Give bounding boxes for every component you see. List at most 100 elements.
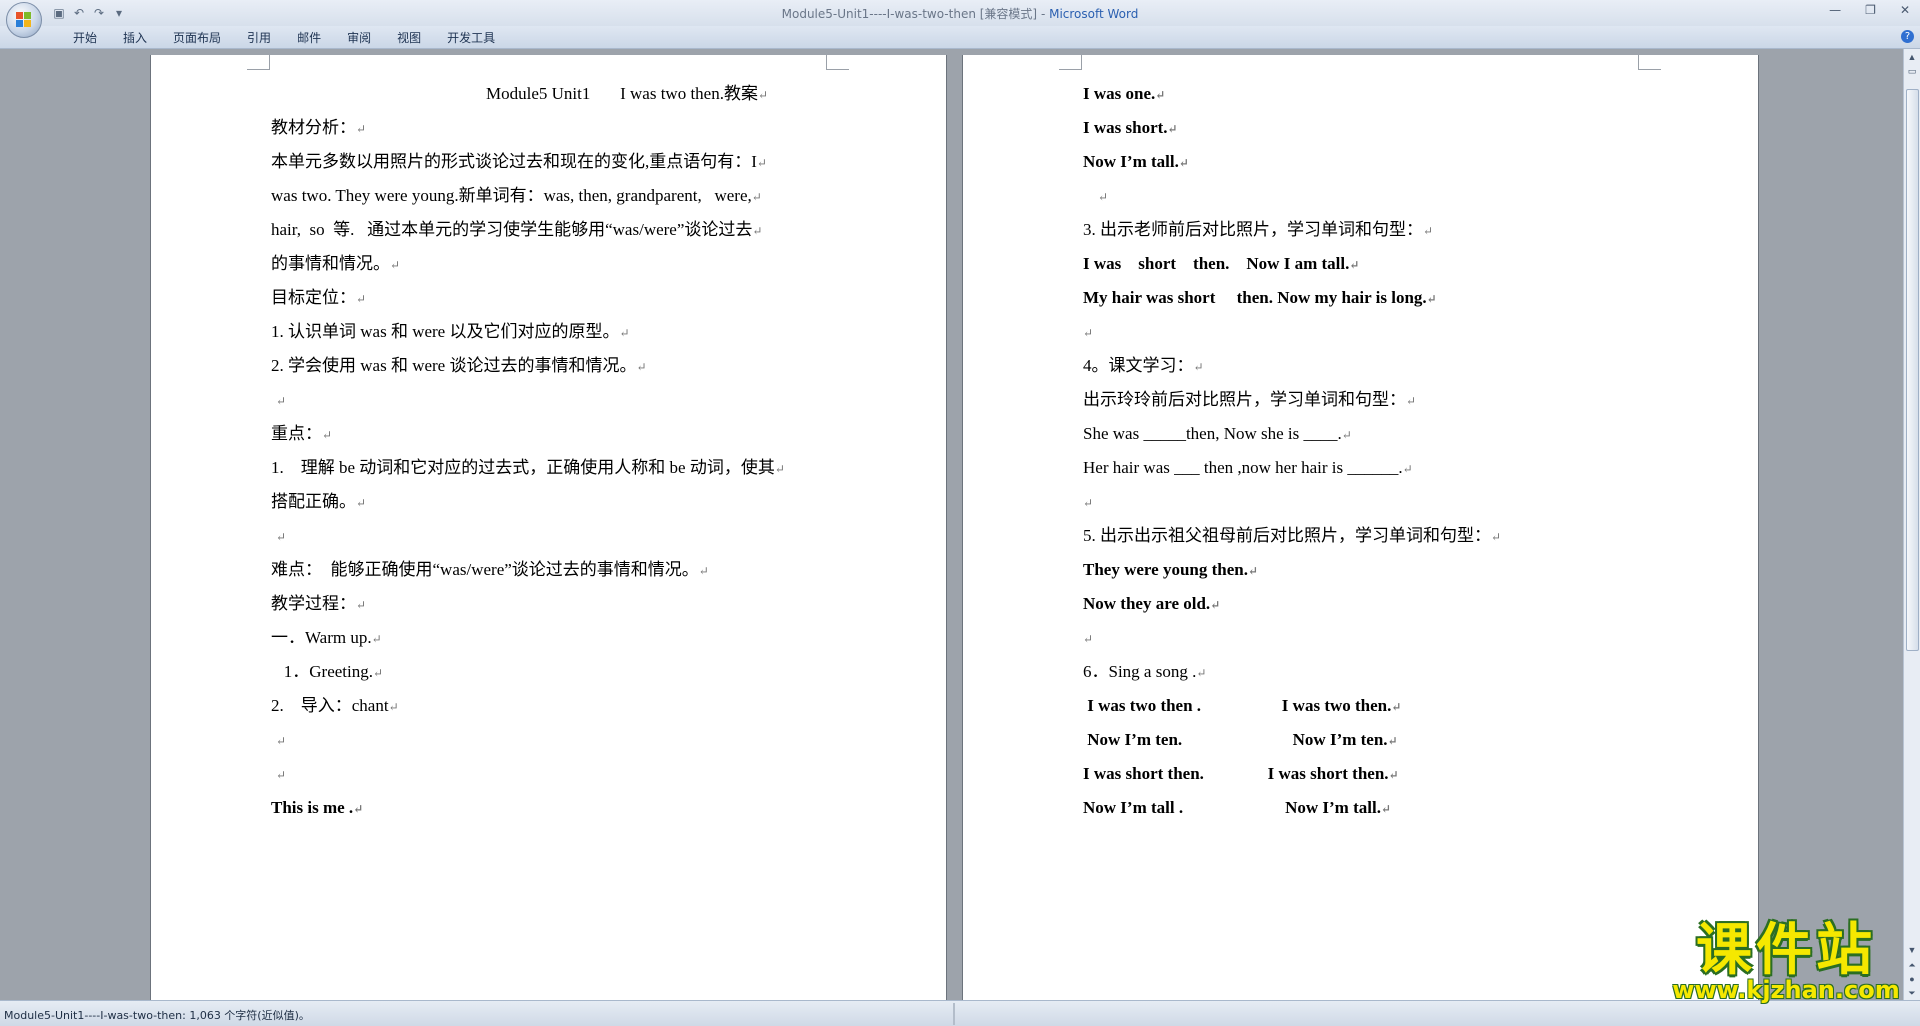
text-line[interactable]: My hair was short then. Now my hair is l… [1083,288,1437,309]
crop-mark [1638,55,1661,70]
paragraph-mark-icon: ↵ [1098,190,1109,204]
text-line[interactable]: 1. 认识单词 was 和 were 以及它们对应的原型。↵ [271,322,630,343]
text-line[interactable]: was two. They were young.新单词有：was, then,… [271,186,762,207]
text-line[interactable]: 4。课文学习：↵ [1083,356,1204,377]
document-area[interactable]: Module5 Unit1 I was two then.教案↵ 教材分析：↵ 本单… [0,49,1904,1000]
line-text: Now I’m ten. Now I’m ten. [1083,730,1388,749]
line-text: Module5 Unit1 I was two then.教案 [486,84,758,103]
paragraph-mark-icon: ↵ [390,258,401,272]
text-line[interactable]: 搭配正确。↵ [271,492,366,513]
tab-developer[interactable]: 开发工具 [434,30,508,46]
text-line[interactable]: 教学过程：↵ [271,594,366,615]
tab-review[interactable]: 审阅 [334,30,384,46]
paragraph-mark-icon: ↵ [276,530,287,544]
paragraph-mark-icon: ↵ [756,156,767,170]
page-left[interactable]: Module5 Unit1 I was two then.教案↵ 教材分析：↵ 本单… [151,55,946,1000]
text-line[interactable]: ↵ [1098,186,1108,207]
text-line[interactable]: ↵ [276,526,286,547]
paragraph-mark-icon: ↵ [1083,326,1094,340]
previous-page-icon[interactable]: ⏶ [1906,959,1918,971]
line-text: 1. 认识单词 was 和 were 以及它们对应的原型。 [271,322,620,341]
tab-mailings[interactable]: 邮件 [284,30,334,46]
paragraph-mark-icon: ↵ [636,360,647,374]
paragraph-mark-icon: ↵ [1423,224,1434,238]
watermark-url: www.kjzhan.com [1672,976,1900,1004]
text-line[interactable]: ↵ [1083,322,1093,343]
text-line[interactable]: I was short then. Now I am tall.↵ [1083,254,1359,275]
paragraph-mark-icon: ↵ [774,462,785,476]
line-text: I was short then. I was short then. [1083,764,1389,783]
help-icon[interactable]: ? [1901,30,1914,43]
text-line[interactable]: Module5 Unit1 I was two then.教案↵ [486,84,768,105]
title-bar: ▣ ↶ ↷ ▾ Module5-Unit1----I-was-two-then … [0,0,1920,38]
text-line[interactable]: She was _____then, Now she is ____.↵ [1083,424,1352,445]
paragraph-mark-icon: ↵ [698,564,709,578]
text-line[interactable]: I was short then. I was short then.↵ [1083,764,1399,785]
text-line[interactable]: They were young then.↵ [1083,560,1258,581]
text-line[interactable]: Now I’m ten. Now I’m ten.↵ [1083,730,1397,751]
paragraph-mark-icon: ↵ [353,802,364,816]
text-line[interactable]: 难点： 能够正确使用“was/were”谈论过去的事情和情况。↵ [271,560,709,581]
paragraph-mark-icon: ↵ [1210,598,1221,612]
page-right[interactable]: I was one.↵ I was short.↵ Now I’m tall.↵ ↵ 3… [963,55,1758,1000]
text-line[interactable]: hair, so 等. 通过本单元的学习使学生能够用“was/were”谈论过去… [271,220,762,241]
text-line[interactable]: 教材分析：↵ [271,118,366,139]
text-line[interactable]: ↵ [1083,628,1093,649]
scroll-up-icon[interactable]: ▲ [1906,51,1918,63]
text-line[interactable]: 2. 学会使用 was 和 were 谈论过去的事情和情况。↵ [271,356,647,377]
tab-view[interactable]: 视图 [384,30,434,46]
watermark-title: 课件站 [1696,918,1876,983]
line-text: They were young then. [1083,560,1248,579]
next-page-icon[interactable]: ⏷ [1906,987,1918,999]
line-text: 教材分析： [271,118,356,137]
ruler-toggle-icon[interactable]: ▭ [1906,65,1918,77]
paragraph-mark-icon: ↵ [356,122,367,136]
paragraph-mark-icon: ↵ [322,428,333,442]
window-controls: — ❐ ✕ [1829,3,1910,17]
text-line[interactable]: 本单元多数以用照片的形式谈论过去和现在的变化,重点语句有：I↵ [271,152,767,173]
text-line[interactable]: 出示玲玲前后对比照片，学习单词和句型：↵ [1083,390,1416,411]
office-button[interactable] [6,2,42,38]
tab-insert[interactable]: 插入 [110,30,160,46]
text-line[interactable]: Now they are old.↵ [1083,594,1220,615]
paragraph-mark-icon: ↵ [1402,462,1413,476]
text-line[interactable]: Now I’m tall.↵ [1083,152,1189,173]
text-line[interactable]: This is me .↵ [271,798,363,819]
text-line[interactable]: ↵ [1083,492,1093,513]
tab-home[interactable]: 开始 [60,30,110,46]
paragraph-mark-icon: ↵ [1155,88,1166,102]
text-line[interactable]: 目标定位：↵ [271,288,366,309]
text-line[interactable]: 1. 理解 be 动词和它对应的过去式，正确使用人称和 be 动词，使其↵ [271,458,785,479]
text-line[interactable]: 1．Greeting.↵ [271,662,383,683]
paragraph-mark-icon: ↵ [372,666,384,680]
text-line[interactable]: Her hair was ___ then ,now her hair is _… [1083,458,1413,479]
text-line[interactable]: 6．Sing a song .↵ [1083,662,1206,683]
scroll-down-icon[interactable]: ▼ [1906,944,1918,956]
line-text: 5. 出示出示祖父祖母前后对比照片，学习单词和句型： [1083,526,1491,545]
text-line[interactable]: 重点：↵ [271,424,332,445]
text-line[interactable]: 3. 出示老师前后对比照片，学习单词和句型：↵ [1083,220,1433,241]
maximize-button[interactable]: ❐ [1865,3,1876,17]
vertical-scrollbar[interactable]: ▲ ▭ ▼ ⏶ ● ⏷ [1903,49,1920,1000]
text-line[interactable]: ↵ [276,390,286,411]
scrollbar-thumb[interactable] [1906,89,1919,651]
text-line[interactable]: 一．Warm up.↵ [271,628,382,649]
line-text: This is me . [271,798,354,817]
paragraph-mark-icon: ↵ [1349,258,1360,272]
tab-page-layout[interactable]: 页面布局 [160,30,234,46]
text-line[interactable]: I was one.↵ [1083,84,1165,105]
ribbon-tabs: 开始 插入 页面布局 引用 邮件 审阅 视图 开发工具 [60,30,508,46]
minimize-button[interactable]: — [1829,3,1841,17]
text-line[interactable]: I was two then . I was two then.↵ [1083,696,1401,717]
text-line[interactable]: ↵ [276,764,286,785]
text-line[interactable]: 5. 出示出示祖父祖母前后对比照片，学习单词和句型：↵ [1083,526,1501,547]
text-line[interactable]: Now I’m tall . Now I’m tall.↵ [1083,798,1391,819]
browse-object-icon[interactable]: ● [1906,973,1918,985]
tab-references[interactable]: 引用 [234,30,284,46]
text-line[interactable]: ↵ [276,730,286,751]
text-line[interactable]: I was short.↵ [1083,118,1178,139]
text-line[interactable]: 的事情和情况。↵ [271,254,400,275]
ribbon-tab-bar: 开始 插入 页面布局 引用 邮件 审阅 视图 开发工具 ? [0,26,1920,49]
close-button[interactable]: ✕ [1900,3,1910,17]
text-line[interactable]: 2. 导入：chant↵ [271,696,399,717]
